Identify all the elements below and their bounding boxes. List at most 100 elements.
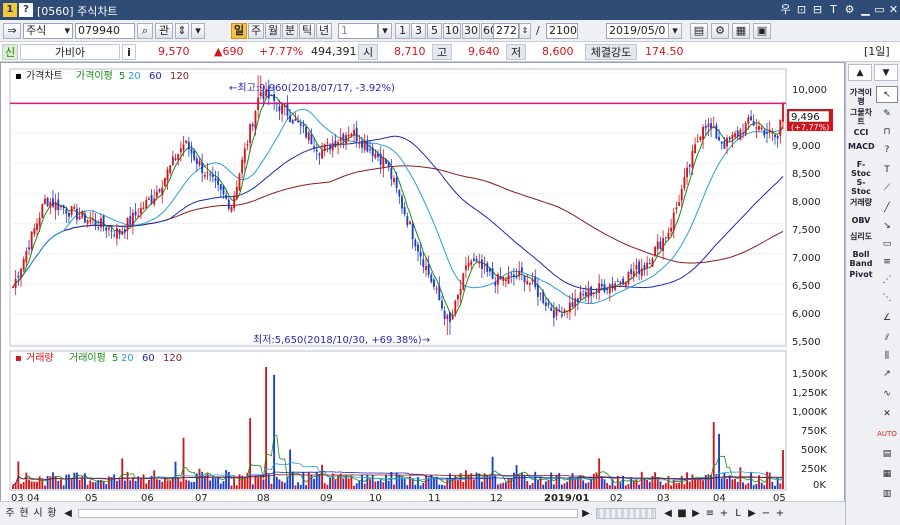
period-month-button[interactable]: 월 [265,23,281,39]
spin-icon[interactable]: ⇕ [175,23,189,39]
period-year-button[interactable]: 년 [316,23,332,39]
grid-icon[interactable]: ▦ [876,466,898,483]
text-icon[interactable]: T [876,162,898,179]
tab-stock[interactable]: 주 [4,506,16,521]
gann-icon[interactable]: ⋱ [876,290,898,307]
nav-stop-icon[interactable]: ■ [676,506,688,521]
minute-30-button[interactable]: 30 [462,23,480,39]
tab-market[interactable]: 시 [32,506,44,521]
auto-icon[interactable]: AUTO [876,426,898,443]
help-badge[interactable]: ? [19,3,33,17]
scrollbar-track[interactable] [78,509,578,518]
tool-sstoc[interactable]: S-Stoc [848,178,874,196]
minute-5-button[interactable]: 5 [427,23,442,39]
date-input[interactable]: 2019/05/0 [606,23,676,39]
candle-body [385,159,387,164]
line-icon[interactable]: ⟋ [876,180,898,197]
help-icon[interactable]: ? [876,142,898,159]
panel-collapse-icon[interactable]: ▼ [874,64,898,81]
tool-fstoc[interactable]: F-Stoc [848,160,874,178]
save-icon[interactable]: ▤ [690,23,708,39]
tab-status[interactable]: 황 [46,506,58,521]
settings-icon[interactable]: ⚙ [711,23,729,39]
tool-psychology[interactable]: 심리도 [848,232,874,241]
magnet-icon[interactable]: ⊓ [876,124,898,141]
fibonacci-icon[interactable]: ≡ [876,254,898,271]
trend-line-icon[interactable]: ╱ [876,200,898,217]
tool-cci[interactable]: CCI [848,128,874,137]
panel-expand-icon[interactable]: ▲ [848,64,872,81]
tool-obv[interactable]: OBV [848,216,874,225]
zoom-slider[interactable] [596,508,656,519]
volume-bar [425,474,427,489]
tool-volume[interactable]: 거래량 [848,198,874,207]
minimize-button[interactable]: ▁ [858,3,873,17]
tab-current[interactable]: 현 [18,506,30,521]
window-control-pin[interactable]: ⊡ [794,3,809,17]
nav-menu-icon[interactable]: ≡ [704,506,716,521]
window-control-dock[interactable]: ⊟ [810,3,825,17]
nav-next-icon[interactable]: ▶ [746,506,758,521]
window-control-text[interactable]: T [826,3,841,17]
price-chart[interactable]: ▪ 가격차트 가격이평 5 20 60 120 ▪ 거래량 거래이평 5 20 … [1,63,846,510]
link-icon[interactable]: ⇒ [3,23,21,39]
rectangle-icon[interactable]: ▭ [876,236,898,253]
nav-l-icon[interactable]: L [732,506,744,521]
chevron-down-icon[interactable]: ▾ [668,23,682,39]
zoom-in-icon[interactable]: + [774,506,786,521]
minute-1-button[interactable]: 1 [395,23,410,39]
volume-bar [542,484,545,489]
minute-10-button[interactable]: 10 [443,23,461,39]
close-button[interactable]: ✕ [886,3,900,17]
chart-area[interactable]: ▪ 가격차트 가격이평 5 20 60 120 ▪ 거래량 거래이평 5 20 … [0,62,845,509]
stock-name[interactable]: 가비아 [20,44,120,60]
window-icon[interactable]: ▣ [753,23,771,39]
layout-icon[interactable]: ▦ [732,23,750,39]
period-day-button[interactable]: 일 [231,23,247,39]
count-input[interactable]: 272 [493,23,519,39]
zoom-out-icon[interactable]: − [760,506,772,521]
market-select[interactable]: 주식 ▾ [23,23,73,39]
interval-input[interactable]: 1 [338,23,378,39]
eraser-icon[interactable]: ✎ [876,106,898,123]
print-icon[interactable]: ▤ [876,446,898,463]
total-input[interactable]: 2100 [546,23,578,39]
ray-icon[interactable]: ↘ [876,218,898,235]
candle-body [161,187,164,196]
period-tick-button[interactable]: 틱 [299,23,315,39]
tool-ma[interactable]: 가격이평 [848,88,874,106]
angle-icon[interactable]: ∠ [876,310,898,327]
nav-add-icon[interactable]: + [718,506,730,521]
spin-icon[interactable]: ⇕ [519,23,531,39]
gwan-button[interactable]: 관 [155,23,173,39]
search-icon[interactable]: ⌕ [137,23,153,39]
tool-bollinger[interactable]: Boll Band [848,250,874,268]
scroll-right-icon[interactable]: ▶ [580,506,592,521]
nav-prev-icon[interactable]: ◀ [662,506,674,521]
chart-icon[interactable]: ▥ [876,486,898,503]
cursor-icon[interactable]: ↖ [876,86,898,103]
stock-code-input[interactable]: 079940 [75,23,135,39]
channel-icon[interactable]: ⫽ [876,330,898,347]
arrow-icon[interactable]: ↗ [876,366,898,383]
window-control-settings[interactable]: ⚙ [842,3,857,17]
period-week-button[interactable]: 주 [248,23,264,39]
nav-play-icon[interactable]: ▶ [690,506,702,521]
tool-macd[interactable]: MACD [848,142,875,151]
bar-icon[interactable]: ⫼ [876,348,898,365]
candle-body [70,206,73,216]
chevron-down-icon[interactable]: ▾ [378,23,392,39]
info-icon[interactable]: i [122,44,136,60]
tool-pivot[interactable]: Pivot [848,270,874,279]
period-minute-button[interactable]: 분 [282,23,298,39]
chevron-down-icon[interactable]: ▾ [191,23,205,39]
speed-line-icon[interactable]: ⋰ [876,272,898,289]
minute-3-button[interactable]: 3 [411,23,426,39]
wave-icon[interactable]: ∿ [876,386,898,403]
tool-grid-chart[interactable]: 그물차트 [848,108,874,126]
cross-icon[interactable]: ✕ [876,406,898,423]
maximize-button[interactable]: ▭ [872,3,887,17]
volume-bar [696,478,699,489]
window-control-right[interactable]: 우 [778,3,793,17]
scroll-left-icon[interactable]: ◀ [62,506,74,521]
